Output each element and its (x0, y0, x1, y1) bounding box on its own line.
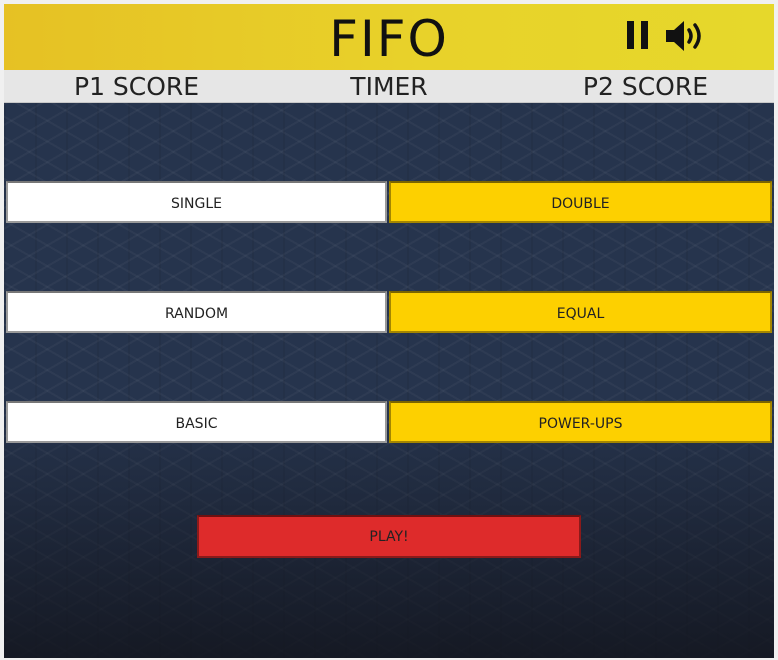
game-board: SINGLE DOUBLE RANDOM EQUAL BASIC POWER-U… (4, 103, 774, 658)
powerups-mode-button[interactable]: POWER-UPS (389, 401, 772, 443)
random-mode-button[interactable]: RANDOM (6, 291, 387, 333)
basic-mode-button[interactable]: BASIC (6, 401, 387, 443)
play-button[interactable]: PLAY! (197, 515, 581, 558)
game-frame: FIFO P1 SCORE TIMER P2 SCORE SINGLE DOUB… (4, 4, 774, 658)
equal-mode-button[interactable]: EQUAL (389, 291, 772, 333)
game-title: FIFO (329, 10, 449, 68)
double-mode-button[interactable]: DOUBLE (389, 181, 772, 223)
score-bar: P1 SCORE TIMER P2 SCORE (4, 70, 774, 103)
p2-score-label: P2 SCORE (582, 72, 708, 101)
single-mode-button[interactable]: SINGLE (6, 181, 387, 223)
pause-icon[interactable] (627, 21, 649, 49)
header-bar: FIFO (4, 4, 774, 70)
speaker-volume-icon[interactable] (664, 19, 708, 53)
